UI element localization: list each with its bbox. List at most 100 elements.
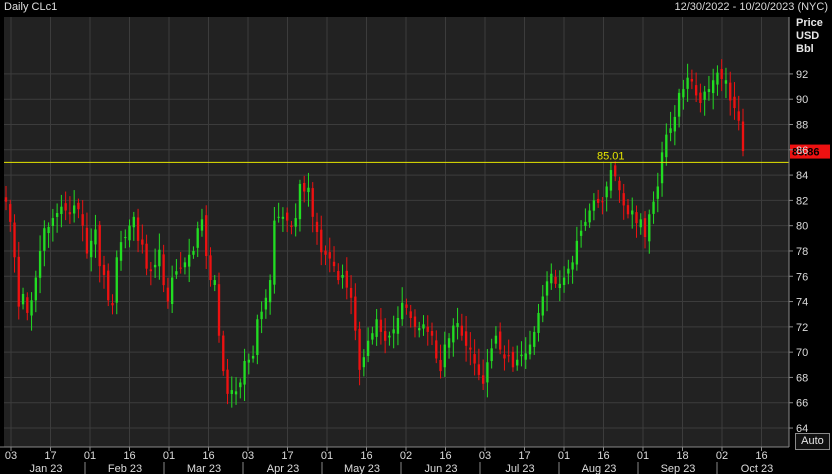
x-tick-label: 03 xyxy=(479,450,491,462)
candle-body xyxy=(418,328,421,331)
candle-body xyxy=(217,284,221,336)
candle-body xyxy=(192,250,195,255)
candle-body xyxy=(226,369,229,394)
candle-body xyxy=(285,212,289,221)
candle-body xyxy=(30,300,33,316)
candle-body xyxy=(102,264,106,275)
x-axis: 03 17 01 16 01 16 03 17 01 16 02 16 03 17 01 16 01 18 02 16… xyxy=(0,446,789,474)
reference-line-label: 85.01 xyxy=(597,150,625,162)
candle-body xyxy=(677,92,681,117)
candle-body xyxy=(601,201,604,203)
candle-body xyxy=(729,82,732,101)
y-unit-label: Bbl xyxy=(796,43,814,55)
candle-body xyxy=(205,215,208,257)
candle-body xyxy=(452,325,455,343)
candle-body xyxy=(712,80,715,94)
candle-body xyxy=(251,355,255,359)
candle-body xyxy=(622,193,625,206)
plot-area xyxy=(4,17,789,447)
candle-body xyxy=(545,281,549,296)
candle-body xyxy=(426,326,429,332)
candle-body xyxy=(4,197,8,202)
candle-body xyxy=(119,242,123,261)
candle-body xyxy=(128,225,131,241)
candle-body xyxy=(481,375,485,384)
y-tick-label: 72 xyxy=(796,322,808,334)
candle-body xyxy=(524,353,527,360)
x-month-label: Sep 23 xyxy=(661,463,696,474)
candle-body xyxy=(158,249,161,267)
candle-body xyxy=(243,361,246,385)
candle-body xyxy=(537,312,540,333)
x-tick-label: 01 xyxy=(321,450,333,462)
candle-body xyxy=(166,287,170,302)
candle-body xyxy=(64,203,67,211)
candle-body xyxy=(68,212,72,215)
candle-body xyxy=(209,255,212,281)
candle-body xyxy=(660,152,664,184)
candle-body xyxy=(656,186,659,199)
candle-body xyxy=(686,77,689,89)
candle-body xyxy=(579,230,583,236)
candle-body xyxy=(707,89,711,92)
candle-body xyxy=(366,340,370,356)
candle-body xyxy=(26,297,29,313)
candle-body xyxy=(401,302,404,320)
candle-body xyxy=(290,225,293,227)
candle-body xyxy=(260,311,263,320)
x-month-label: Jul 23 xyxy=(505,463,534,474)
candle-body xyxy=(175,271,178,275)
candle-body xyxy=(447,338,451,348)
x-tick-label: 16 xyxy=(202,450,214,462)
x-month-label: Oct 23 xyxy=(741,463,773,474)
x-tick-label: 18 xyxy=(676,450,688,462)
x-tick-label: 17 xyxy=(281,450,293,462)
candle-body xyxy=(234,391,238,395)
candle-body xyxy=(162,254,165,286)
candle-body xyxy=(584,221,587,226)
candle-body xyxy=(669,128,672,133)
candle-body xyxy=(511,351,515,368)
auto-scale-button[interactable]: Auto xyxy=(795,433,830,450)
candle-body xyxy=(268,280,272,303)
y-tick-label: 70 xyxy=(796,347,808,359)
candle-body xyxy=(328,252,331,259)
candle-body xyxy=(464,331,468,346)
candle-body xyxy=(443,344,446,368)
candle-body xyxy=(737,111,740,121)
price-chart[interactable]: 85.01 85.86 64666870727476788082848688909… xyxy=(0,0,832,474)
candle-body xyxy=(409,311,412,318)
x-tick-label: 01 xyxy=(637,450,649,462)
candle-body xyxy=(55,213,59,217)
candle-body xyxy=(315,221,319,232)
candle-body xyxy=(596,198,600,203)
candle-body xyxy=(626,205,630,215)
x-tick-label: 17 xyxy=(44,450,56,462)
candle-body xyxy=(107,270,110,301)
candle-body xyxy=(383,331,387,341)
candle-body xyxy=(239,382,242,388)
x-tick-label: 03 xyxy=(5,450,17,462)
candle-body xyxy=(494,335,498,344)
y-tick-label: 88 xyxy=(796,120,808,132)
candle-body xyxy=(477,364,481,375)
candle-body xyxy=(183,262,187,268)
candle-body xyxy=(554,276,557,284)
candle-body xyxy=(337,271,340,281)
x-tick-label: 02 xyxy=(716,450,728,462)
y-tick-label: 74 xyxy=(796,297,808,309)
candle-body xyxy=(469,347,472,350)
candle-body xyxy=(528,344,532,355)
candle-body xyxy=(541,296,544,316)
candle-body xyxy=(422,324,425,329)
candle-body xyxy=(277,216,280,218)
candle-body xyxy=(77,202,80,210)
x-tick-label: 01 xyxy=(163,450,175,462)
candle-body xyxy=(345,270,348,288)
candle-body xyxy=(375,319,378,337)
candle-body xyxy=(588,210,591,223)
candle-body xyxy=(571,262,574,270)
y-axis: 646668707274767880828486889092PriceUSDBb… xyxy=(788,17,823,447)
candle-body xyxy=(631,210,634,215)
x-tick-label: 01 xyxy=(84,450,96,462)
